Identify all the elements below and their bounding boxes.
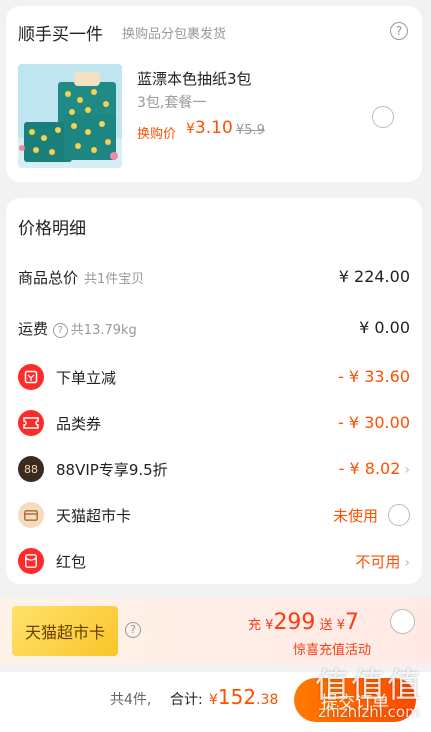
original-price: ¥5.9 xyxy=(236,123,265,138)
order-discount-label: 下单立减 xyxy=(56,369,117,387)
addon-subtitle: 换购品分包裹发货 xyxy=(122,27,227,42)
recharge-offer: 充 ¥299 送 ¥7 xyxy=(248,610,360,635)
shipping-weight: 共13.79kg xyxy=(70,323,137,338)
market-card-badge: 天猫超市卡 xyxy=(12,606,118,656)
help-icon[interactable]: ? xyxy=(52,323,68,338)
submit-order-button[interactable]: 提交订单 xyxy=(294,678,416,722)
red-packet-row[interactable]: 红包 不可用 › xyxy=(18,548,410,574)
goods-total-value: ¥ 224.00 xyxy=(338,267,410,286)
category-coupon-label: 品类券 xyxy=(56,415,102,433)
red-packet-status: 不可用 › xyxy=(355,553,410,571)
recharge-amount: 299 xyxy=(273,610,316,635)
category-coupon-value: - ¥ 30.00 xyxy=(338,413,410,432)
discount-ticket-icon xyxy=(18,364,44,390)
shipping-value: ¥ 0.00 xyxy=(359,318,410,337)
addon-title: 顺手买一件 xyxy=(18,25,103,45)
market-card-radio[interactable] xyxy=(388,504,410,526)
goods-total-row: 商品总价 共1件宝贝 ¥ 224.00 xyxy=(18,264,410,290)
recharge-radio[interactable] xyxy=(390,609,415,634)
red-packet-icon xyxy=(18,548,44,574)
total-label: 合计: xyxy=(170,692,203,708)
market-card-row[interactable]: 天猫超市卡 未使用 xyxy=(18,502,410,528)
market-card-icon xyxy=(18,502,44,528)
vip-discount-value: - ¥ 8.02 › xyxy=(338,459,410,478)
checkout-bar: 共4件, 合计: ¥152.38 提交订单 xyxy=(0,672,431,732)
order-discount-value: - ¥ 33.60 xyxy=(338,367,410,386)
market-card-status: 未使用 xyxy=(332,507,378,525)
red-packet-label: 红包 xyxy=(56,553,87,571)
market-card-banner[interactable]: 天猫超市卡 ? 充 ¥299 送 ¥7 惊喜充值活动 xyxy=(0,598,431,664)
exchange-price-label: 换购价 xyxy=(137,127,177,142)
product-spec: 3包,套餐一 xyxy=(137,95,207,111)
promo-text: 惊喜充值活动 xyxy=(293,643,372,658)
gift-amount: 7 xyxy=(345,610,360,635)
help-icon[interactable]: ? xyxy=(125,622,141,638)
exchange-price-value: 3.10 xyxy=(194,118,233,138)
addon-select-radio[interactable] xyxy=(372,106,394,128)
help-icon[interactable]: ? xyxy=(390,22,408,40)
vip-discount-row[interactable]: 88 88VIP专享9.5折 - ¥ 8.02 › xyxy=(18,456,410,482)
item-count: 共4件, xyxy=(110,692,152,708)
order-discount-row: 下单立减 - ¥ 33.60 xyxy=(18,364,410,390)
goods-count: 共1件宝贝 xyxy=(84,272,145,287)
exchange-price: ¥3.10 xyxy=(186,118,233,138)
product-name[interactable]: 蓝漂本色抽纸3包 xyxy=(137,68,252,89)
price-detail-title: 价格明细 xyxy=(18,219,86,239)
price-detail-card: 价格明细 商品总价 共1件宝贝 ¥ 224.00 运费 ? 共13.79kg ¥ 0… xyxy=(6,198,422,584)
coupon-icon xyxy=(18,410,44,436)
shipping-label: 运费 ? 共13.79kg xyxy=(18,320,137,338)
chevron-right-icon: › xyxy=(404,462,410,478)
category-coupon-row: 品类券 - ¥ 30.00 xyxy=(18,410,410,436)
total-amount: ¥152.38 xyxy=(209,685,279,709)
market-card-label: 天猫超市卡 xyxy=(56,507,132,525)
shipping-row: 运费 ? 共13.79kg ¥ 0.00 xyxy=(18,315,410,341)
chevron-right-icon: › xyxy=(404,555,410,571)
currency-symbol: ¥ xyxy=(186,121,195,137)
product-thumbnail[interactable] xyxy=(18,64,122,168)
goods-total-label: 商品总价 共1件宝贝 xyxy=(18,269,145,287)
tissue-pack-image xyxy=(18,64,122,168)
vip88-icon: 88 xyxy=(18,456,44,482)
addon-card: 顺手买一件 换购品分包裹发货 ? 蓝漂本色抽纸3包 3包,套餐一 换购价 ¥3.… xyxy=(6,6,422,182)
vip-discount-label: 88VIP专享9.5折 xyxy=(56,461,168,479)
